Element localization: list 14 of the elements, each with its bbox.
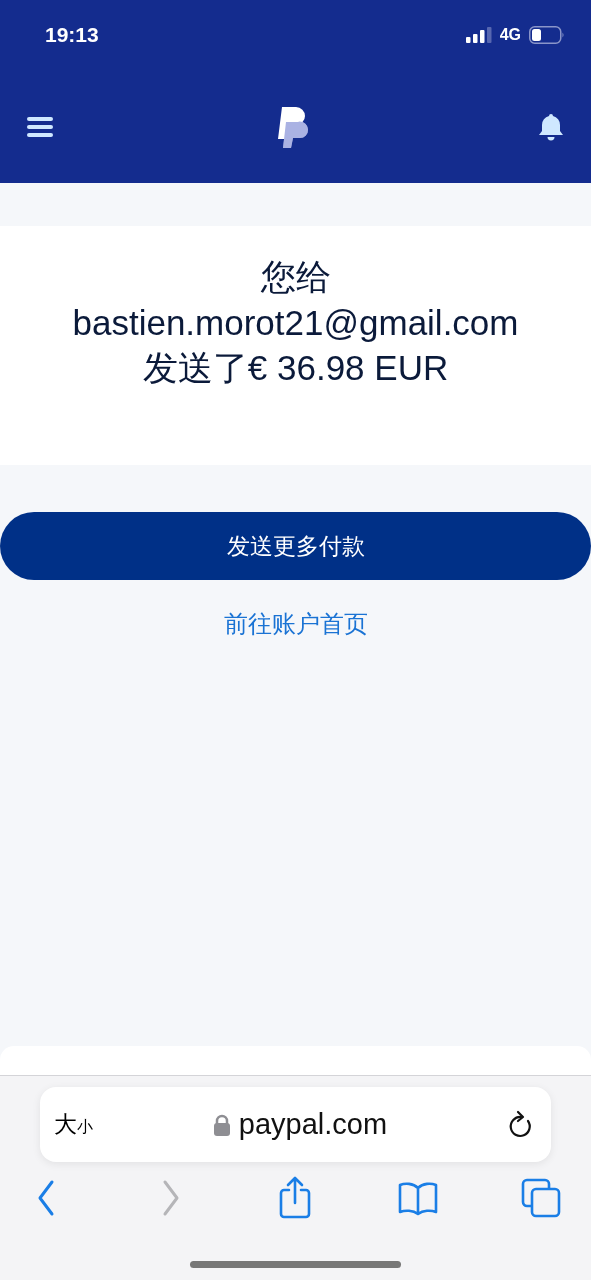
send-more-button[interactable]: 发送更多付款 <box>0 512 591 580</box>
lock-icon <box>212 1113 231 1136</box>
menu-icon[interactable] <box>26 115 54 138</box>
signal-icon <box>465 27 492 43</box>
confirmation-message: 您给 bastien.morot21@gmail.com 发送了€ 36.98 EUR <box>72 256 519 389</box>
bell-icon[interactable] <box>537 111 565 142</box>
text-size-button[interactable]: 大小 <box>54 1107 93 1142</box>
battery-icon <box>529 26 565 44</box>
tabs-icon[interactable] <box>521 1176 561 1220</box>
url-text: paypal.com <box>238 1106 388 1142</box>
account-home-link[interactable]: 前往账户首页 <box>223 610 368 637</box>
status-time: 19:13 <box>45 22 99 49</box>
address-bar[interactable]: 大小 paypal.com <box>40 1087 551 1162</box>
network-label: 4G <box>499 25 521 45</box>
